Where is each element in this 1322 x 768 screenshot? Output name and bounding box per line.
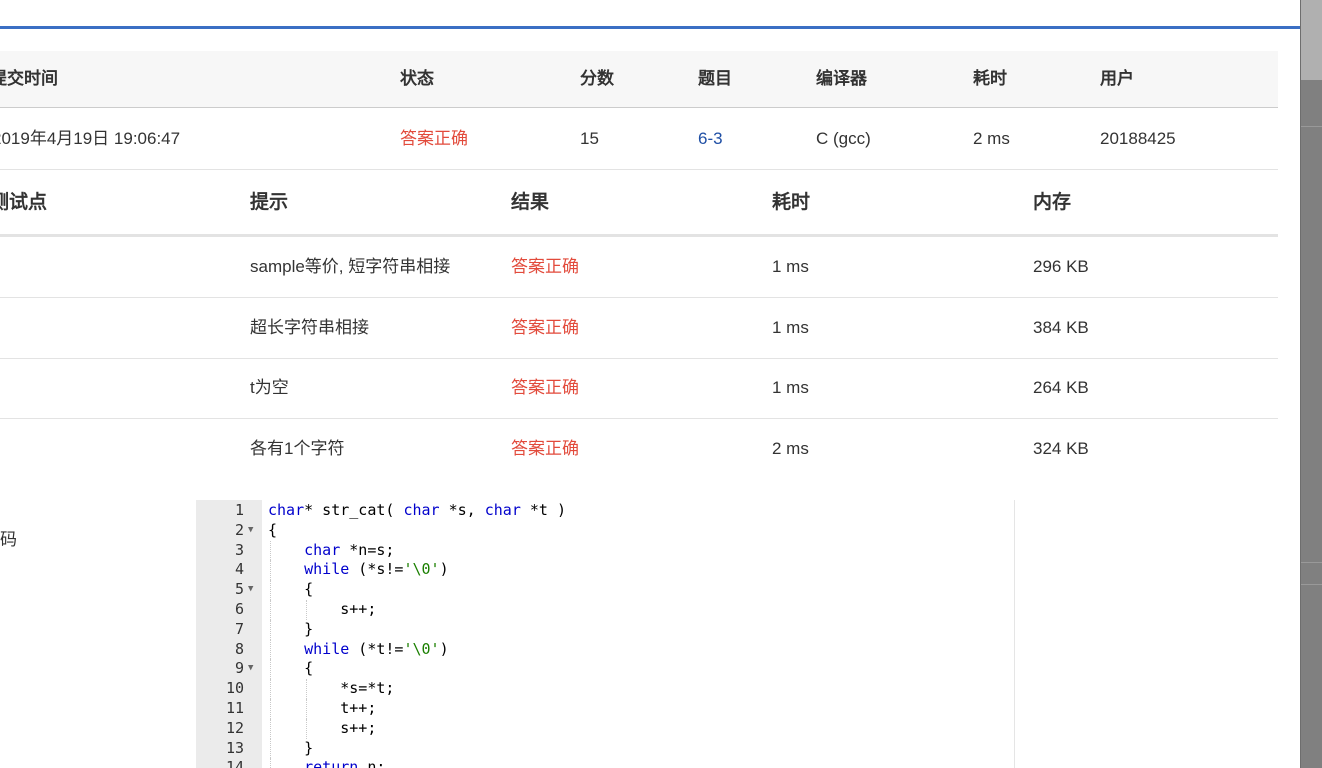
code-line: 14 return n; — [196, 758, 1014, 768]
line-number: 14 — [225, 758, 244, 768]
case-hint: 超长字符串相接 — [250, 318, 369, 337]
table-row: 各有1个字符 答案正确 2 ms 324 KB — [0, 419, 1278, 479]
line-number: 9 — [234, 659, 244, 678]
code-line: 6 s++; — [196, 599, 1014, 620]
line-number: 8 — [234, 639, 244, 658]
problem-link[interactable]: 6-3 — [698, 108, 723, 169]
fold-arrow-icon[interactable]: ▼ — [248, 580, 253, 600]
case-result: 答案正确 — [511, 439, 579, 458]
line-number: 13 — [225, 738, 244, 757]
case-hint: t为空 — [250, 378, 289, 397]
col-score: 分数 — [580, 69, 614, 88]
line-number: 6 — [234, 599, 244, 618]
case-hint: sample等价, 短字符串相接 — [250, 257, 451, 276]
line-number: 1 — [234, 501, 244, 519]
col-testcase: 测试点 — [0, 192, 48, 213]
col-status: 状态 — [400, 69, 434, 88]
case-result: 答案正确 — [511, 257, 579, 276]
code-editor[interactable]: 1 char* str_cat( char *s, char *t ) 2 ▼{ 3… — [196, 500, 1015, 768]
scroll-overlay-panel[interactable] — [1300, 0, 1322, 768]
code-line: 8 while (*t!='\0') — [196, 639, 1014, 660]
case-result: 答案正确 — [511, 378, 579, 397]
code-line: 3 char *n=s; — [196, 540, 1014, 561]
line-number: 4 — [234, 560, 244, 579]
panel-top-area — [1301, 0, 1322, 80]
col-submit-time: 提交时间 — [0, 69, 58, 88]
code-section-label: 码 — [0, 530, 17, 549]
code-line: 4 while (*s!='\0') — [196, 560, 1014, 581]
col-time: 耗时 — [772, 192, 811, 213]
col-compiler: 编译器 — [816, 69, 867, 88]
top-bar — [0, 0, 1300, 29]
line-number: 3 — [234, 540, 244, 559]
code-line: 12 s++; — [196, 718, 1014, 739]
panel-divider — [1301, 126, 1322, 127]
code-line: 1 char* str_cat( char *s, char *t ) — [196, 501, 1014, 521]
line-number: 7 — [234, 619, 244, 638]
fold-arrow-icon[interactable]: ▼ — [248, 659, 253, 679]
testcase-table-header: 测试点 提示 结果 耗时 内存 — [0, 170, 1278, 237]
case-memory: 264 KB — [1033, 378, 1089, 397]
code-line: 7 } — [196, 619, 1014, 640]
case-memory: 296 KB — [1033, 257, 1089, 276]
col-result: 结果 — [511, 192, 550, 213]
line-number: 2 — [234, 520, 244, 539]
code-line: 9 ▼ { — [196, 659, 1014, 680]
col-hint: 提示 — [250, 192, 289, 213]
code-line: 2 ▼{ — [196, 521, 1014, 541]
user-id: 20188425 — [1100, 129, 1176, 148]
panel-divider — [1301, 584, 1322, 585]
table-row: t为空 答案正确 1 ms 264 KB — [0, 358, 1278, 419]
panel-divider — [1301, 562, 1322, 563]
status-badge: 答案正确 — [400, 129, 468, 148]
case-time: 1 ms — [772, 378, 809, 397]
col-problem: 题目 — [698, 69, 732, 88]
code-line: 5 ▼ { — [196, 580, 1014, 600]
line-number: 5 — [234, 580, 244, 599]
table-row: sample等价, 短字符串相接 答案正确 1 ms 296 KB — [0, 237, 1278, 298]
case-result: 答案正确 — [511, 318, 579, 337]
case-time: 1 ms — [772, 318, 809, 337]
submit-time: 2019年4月19日 19:06:47 — [0, 129, 181, 148]
elapsed: 2 ms — [973, 129, 1010, 148]
case-hint: 各有1个字符 — [250, 439, 345, 458]
line-number: 12 — [225, 718, 244, 737]
code-line: 13 } — [196, 738, 1014, 759]
line-number: 10 — [225, 679, 244, 698]
table-row: 超长字符串相接 答案正确 1 ms 384 KB — [0, 298, 1278, 359]
code-line: 11 t++; — [196, 698, 1014, 719]
compiler: C (gcc) — [816, 129, 871, 148]
fold-arrow-icon[interactable]: ▼ — [248, 521, 253, 541]
submission-table-header: 提交时间 状态 分数 题目 编译器 耗时 用户 — [0, 51, 1278, 108]
case-time: 2 ms — [772, 439, 809, 458]
code-line: 10 *s=*t; — [196, 679, 1014, 699]
submission-row: 2019年4月19日 19:06:47 答案正确 15 6-3 C (gcc) … — [0, 108, 1278, 170]
case-time: 1 ms — [772, 257, 809, 276]
case-memory: 324 KB — [1033, 439, 1089, 458]
case-memory: 384 KB — [1033, 318, 1089, 337]
line-number: 11 — [225, 698, 244, 717]
col-memory: 内存 — [1033, 192, 1072, 213]
col-user: 用户 — [1100, 69, 1134, 88]
score: 15 — [580, 129, 599, 148]
col-elapsed: 耗时 — [973, 69, 1007, 88]
